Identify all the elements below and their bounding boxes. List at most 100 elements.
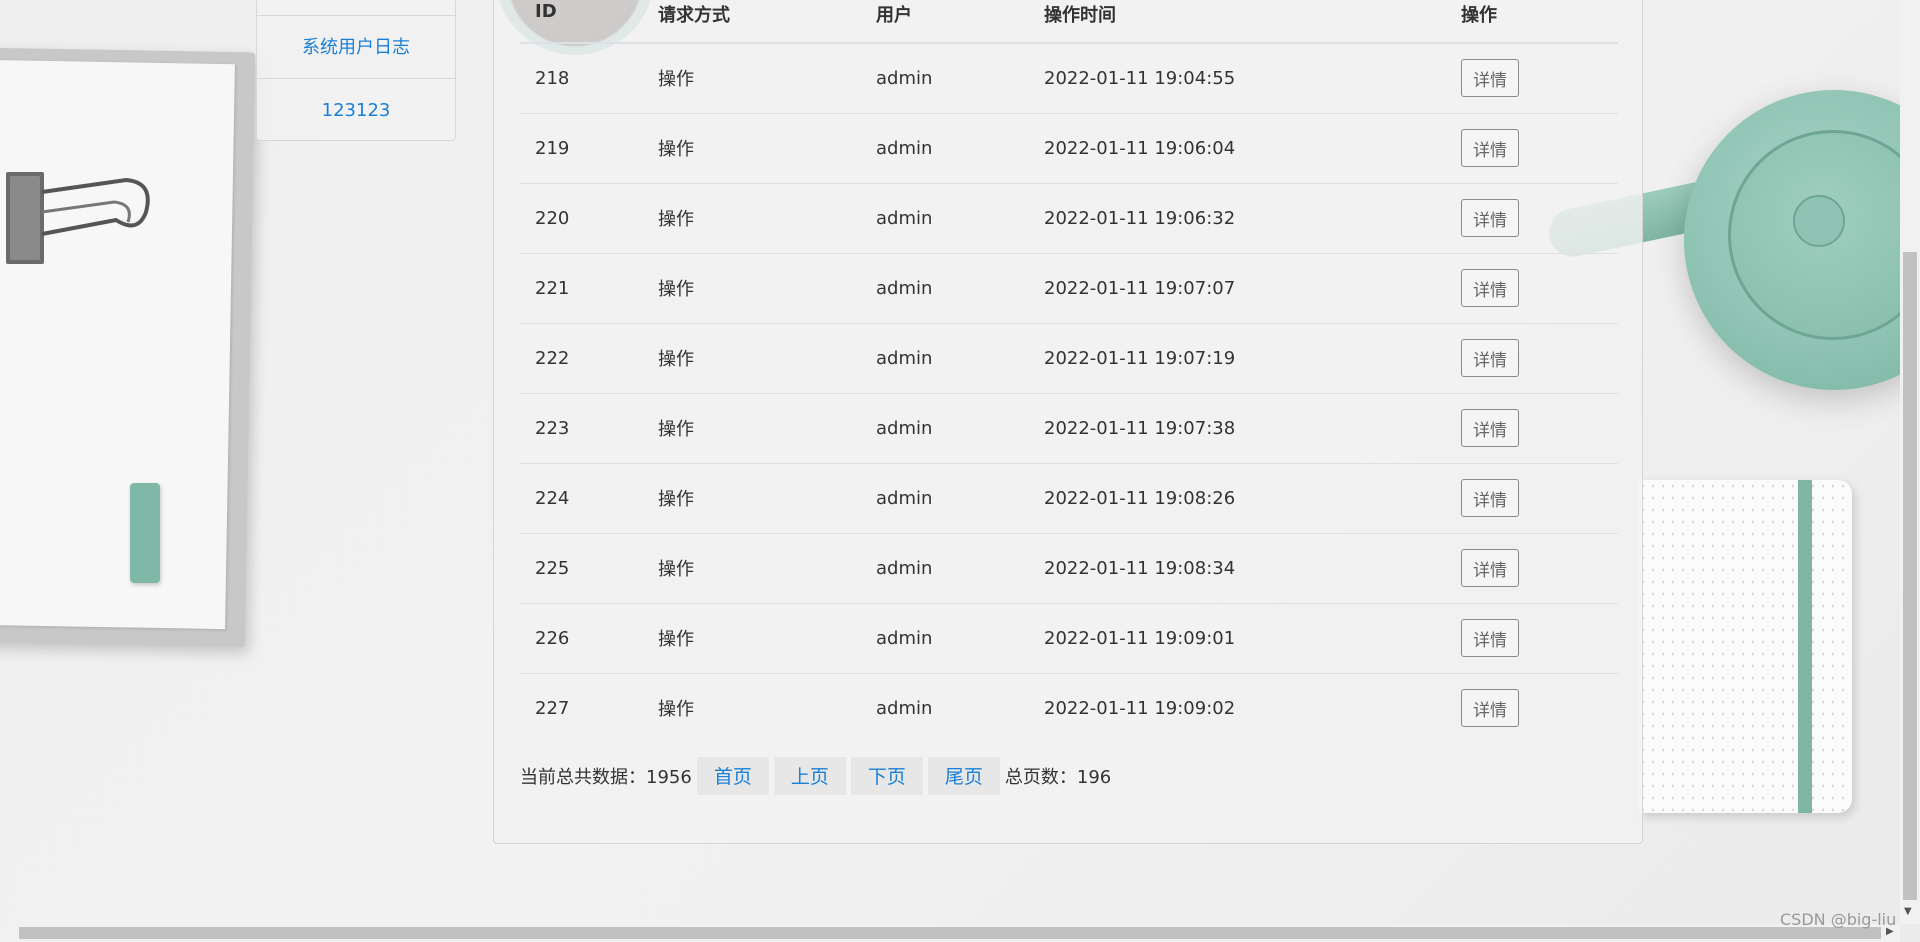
- table-header-row: ID 请求方式 用户 操作时间 操作: [520, 0, 1618, 44]
- cell-id: 225: [520, 533, 643, 604]
- cell-operation-time: 2022-01-11 19:07:38: [1029, 393, 1446, 464]
- cell-operation-time: 2022-01-11 19:04:55: [1029, 43, 1446, 114]
- cell-request-method: 操作: [643, 323, 861, 394]
- detail-button[interactable]: 详情: [1461, 689, 1519, 728]
- cell-operation-time: 2022-01-11 19:07:07: [1029, 253, 1446, 324]
- pagination: 当前总共数据：1956 首页 上页 下页 尾页 总页数：196: [520, 757, 1111, 795]
- cell-request-method: 操作: [643, 603, 861, 674]
- cell-action: 详情: [1446, 43, 1618, 114]
- cell-action: 详情: [1446, 183, 1618, 254]
- detail-button[interactable]: 详情: [1461, 479, 1519, 517]
- paper-sheet-decoration: [0, 59, 235, 630]
- sidebar-item-hidden[interactable]: [257, 0, 455, 15]
- detail-button[interactable]: 详情: [1461, 409, 1519, 447]
- cell-user: admin: [861, 533, 1029, 604]
- cell-user: admin: [861, 323, 1029, 394]
- cell-user: admin: [861, 253, 1029, 324]
- header-user: 用户: [861, 0, 1029, 44]
- cell-operation-time: 2022-01-11 19:09:01: [1029, 603, 1446, 674]
- table-row: 222 操作 admin 2022-01-11 19:07:19 详情: [520, 323, 1618, 394]
- cell-action: 详情: [1446, 533, 1618, 604]
- cell-user: admin: [861, 113, 1029, 184]
- cell-action: 详情: [1446, 673, 1618, 743]
- sidebar-item-123123[interactable]: 123123: [257, 78, 455, 141]
- header-id: ID: [520, 0, 643, 44]
- horizontal-scrollbar[interactable]: ▶: [0, 924, 1900, 942]
- last-page-button[interactable]: 尾页: [927, 757, 1000, 795]
- table-row: 225 操作 admin 2022-01-11 19:08:34 详情: [520, 533, 1618, 604]
- detail-button[interactable]: 详情: [1461, 339, 1519, 377]
- cell-request-method: 操作: [643, 43, 861, 114]
- notebook-decoration: [1638, 480, 1852, 813]
- log-table: ID 请求方式 用户 操作时间 操作 218 操作 admin 2022-01-11 …: [520, 0, 1618, 743]
- detail-button[interactable]: 详情: [1461, 129, 1519, 167]
- scroll-down-arrow-icon[interactable]: ▼: [1904, 906, 1912, 917]
- eraser-decoration: [130, 483, 160, 583]
- header-operation-time: 操作时间: [1029, 0, 1446, 44]
- log-table-panel: ID 请求方式 用户 操作时间 操作 218 操作 admin 2022-01-11 …: [493, 0, 1643, 844]
- cell-operation-time: 2022-01-11 19:08:34: [1029, 533, 1446, 604]
- cell-request-method: 操作: [643, 533, 861, 604]
- cell-action: 详情: [1446, 603, 1618, 674]
- table-row: 219 操作 admin 2022-01-11 19:06:04 详情: [520, 113, 1618, 184]
- notebook-band-decoration: [1798, 480, 1812, 813]
- cell-action: 详情: [1446, 393, 1618, 464]
- header-request-method: 请求方式: [643, 0, 861, 44]
- cell-id: 221: [520, 253, 643, 324]
- cell-user: admin: [861, 183, 1029, 254]
- total-records: 当前总共数据：1956: [520, 767, 692, 788]
- detail-button[interactable]: 详情: [1461, 619, 1519, 657]
- cell-id: 224: [520, 463, 643, 534]
- binder-clip-icon: [6, 172, 150, 264]
- cell-id: 218: [520, 43, 643, 114]
- vertical-scrollbar[interactable]: ▼: [1900, 0, 1920, 924]
- cell-action: 详情: [1446, 463, 1618, 534]
- cell-request-method: 操作: [643, 393, 861, 464]
- table-row: 221 操作 admin 2022-01-11 19:07:07 详情: [520, 253, 1618, 324]
- watermark: CSDN @big-liu: [1780, 910, 1897, 929]
- cell-user: admin: [861, 463, 1029, 534]
- table-row: 224 操作 admin 2022-01-11 19:08:26 详情: [520, 463, 1618, 534]
- sidebar-menu: 系统用户日志 123123: [256, 0, 456, 141]
- cell-id: 223: [520, 393, 643, 464]
- vertical-scrollbar-thumb[interactable]: [1903, 252, 1917, 900]
- cell-operation-time: 2022-01-11 19:07:19: [1029, 323, 1446, 394]
- table-row: 226 操作 admin 2022-01-11 19:09:01 详情: [520, 603, 1618, 674]
- total-pages: 总页数：196: [1004, 767, 1112, 788]
- table-row: 218 操作 admin 2022-01-11 19:04:55 详情: [520, 43, 1618, 114]
- prev-page-button[interactable]: 上页: [773, 757, 846, 795]
- horizontal-scrollbar-thumb[interactable]: [19, 927, 1881, 939]
- cell-action: 详情: [1446, 253, 1618, 324]
- cell-id: 227: [535, 697, 570, 719]
- table-row: 223 操作 admin 2022-01-11 19:07:38 详情: [520, 393, 1618, 464]
- cell-operation-time: 2022-01-11 19:06:32: [1029, 183, 1446, 254]
- cell-user: admin: [876, 697, 933, 719]
- cell-action: 详情: [1446, 113, 1618, 184]
- cell-user: admin: [861, 603, 1029, 674]
- first-page-button[interactable]: 首页: [696, 757, 769, 795]
- cell-id: 226: [520, 603, 643, 674]
- cell-request-method: 操作: [643, 113, 861, 184]
- cell-operation-time: 2022-01-11 19:09:02: [1044, 697, 1236, 719]
- cell-user: admin: [861, 43, 1029, 114]
- cell-request-method: 操作: [658, 699, 694, 721]
- next-page-button[interactable]: 下页: [850, 757, 923, 795]
- table-row: 220 操作 admin 2022-01-11 19:06:32 详情: [520, 183, 1618, 254]
- cell-id: 220: [520, 183, 643, 254]
- header-action: 操作: [1446, 0, 1618, 44]
- detail-button[interactable]: 详情: [1461, 199, 1519, 237]
- cell-id: 219: [520, 113, 643, 184]
- detail-button[interactable]: 详情: [1461, 59, 1519, 98]
- cell-request-method: 操作: [643, 183, 861, 254]
- cell-request-method: 操作: [643, 463, 861, 534]
- detail-button[interactable]: 详情: [1461, 549, 1519, 587]
- teapot-knob-decoration: [1793, 195, 1845, 247]
- table-row: 227 操作 admin 2022-01-11 19:09:02 详情: [520, 673, 1618, 743]
- cell-action: 详情: [1446, 323, 1618, 394]
- cell-operation-time: 2022-01-11 19:06:04: [1029, 113, 1446, 184]
- cell-operation-time: 2022-01-11 19:08:26: [1029, 463, 1446, 534]
- cell-id: 222: [520, 323, 643, 394]
- cell-user: admin: [861, 393, 1029, 464]
- sidebar-item-system-user-log[interactable]: 系统用户日志: [257, 15, 455, 78]
- detail-button[interactable]: 详情: [1461, 269, 1519, 307]
